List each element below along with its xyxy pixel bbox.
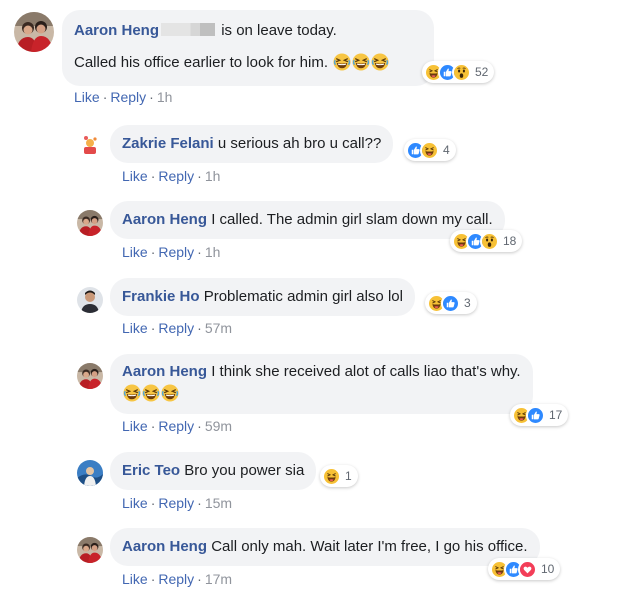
comment-bubble: Zakrie Felani u serious ah bro u call?? — [110, 125, 394, 163]
like-link[interactable]: Like — [122, 168, 148, 184]
comment-bubble: Aaron Heng I think she received alot of … — [110, 354, 533, 414]
wow-reaction-icon — [480, 231, 499, 251]
comment-bubble: Aaron Heng is on leave today. Called his… — [62, 10, 434, 86]
avatar[interactable] — [77, 537, 103, 563]
like-link[interactable]: Like — [122, 320, 148, 336]
reaction-count: 18 — [503, 234, 517, 248]
reply-link[interactable]: Reply — [158, 495, 194, 511]
reaction-summary[interactable]: 18 — [450, 230, 523, 252]
comment-actions: Like · Reply · 59m — [122, 418, 233, 434]
comment-text: Bro you power sia — [184, 462, 305, 479]
comment-author[interactable]: Aaron Heng — [74, 22, 159, 39]
comment-text: Called his office earlier to look for hi… — [74, 54, 329, 71]
comment-author[interactable]: Frankie Ho — [122, 288, 200, 305]
comment-text: u serious ah bro u call?? — [217, 135, 382, 152]
comment-author[interactable]: Aaron Heng — [122, 363, 207, 380]
haha-reaction-icon — [420, 140, 439, 160]
reaction-summary[interactable]: 10 — [488, 558, 561, 580]
like-reaction-icon — [526, 405, 545, 425]
reaction-summary[interactable]: 1 — [320, 465, 358, 487]
reaction-count: 1 — [345, 469, 352, 483]
comment-author[interactable]: Zakrie Felani — [122, 135, 214, 152]
avatar[interactable] — [77, 133, 103, 159]
haha-reaction-icon — [322, 466, 341, 486]
timestamp[interactable]: 15m — [205, 495, 232, 511]
reply-link[interactable]: Reply — [158, 168, 194, 184]
timestamp[interactable]: 1h — [205, 168, 221, 184]
comment-author[interactable]: Eric Teo — [122, 462, 180, 479]
comment-actions: Like · Reply · 17m — [122, 571, 233, 587]
like-link[interactable]: Like — [122, 244, 148, 260]
comment-bubble: Frankie Ho Problematic admin girl also l… — [110, 278, 415, 316]
comment-actions: Like · Reply · 57m — [122, 320, 233, 336]
avatar[interactable] — [77, 210, 103, 236]
laughing-emoji — [333, 53, 351, 71]
reply-link[interactable]: Reply — [158, 418, 194, 434]
reaction-count: 4 — [443, 143, 450, 157]
reaction-count: 17 — [549, 408, 563, 422]
comment-author[interactable]: Aaron Heng — [122, 538, 207, 555]
like-link[interactable]: Like — [122, 418, 148, 434]
reaction-summary[interactable]: 4 — [404, 139, 456, 161]
reply-link[interactable]: Reply — [158, 244, 194, 260]
timestamp[interactable]: 1h — [205, 244, 221, 260]
avatar[interactable] — [77, 363, 103, 389]
reaction-summary[interactable]: 52 — [422, 61, 495, 83]
timestamp[interactable]: 17m — [205, 571, 232, 587]
comment-author[interactable]: Aaron Heng — [122, 211, 207, 228]
comment-text: I called. The admin girl slam down my ca… — [211, 211, 493, 228]
comment-actions: Like · Reply · 1h — [122, 168, 221, 184]
reaction-count: 52 — [475, 65, 489, 79]
laughing-emoji — [123, 384, 141, 402]
reply-link[interactable]: Reply — [158, 320, 194, 336]
comment-bubble: Aaron Heng I called. The admin girl slam… — [110, 201, 505, 239]
avatar[interactable] — [77, 287, 103, 313]
laughing-emoji — [161, 384, 179, 402]
comment-text: Call only mah. Wait later I'm free, I go… — [211, 538, 528, 555]
redacted-name — [161, 23, 216, 36]
timestamp[interactable]: 1h — [157, 89, 173, 105]
reaction-summary[interactable]: 3 — [425, 292, 477, 314]
love-reaction-icon — [518, 559, 537, 579]
like-link[interactable]: Like — [74, 89, 100, 105]
laughing-emoji — [352, 53, 370, 71]
reply-link[interactable]: Reply — [110, 89, 146, 105]
comment-text: Problematic admin girl also lol — [203, 288, 403, 305]
timestamp[interactable]: 57m — [205, 320, 232, 336]
comment-actions: Like · Reply · 15m — [122, 495, 233, 511]
reaction-count: 3 — [464, 296, 471, 310]
wow-reaction-icon — [452, 62, 471, 82]
like-link[interactable]: Like — [122, 495, 148, 511]
comment-actions: Like · Reply · 1h — [122, 244, 221, 260]
comment-bubble: Aaron Heng Call only mah. Wait later I'm… — [110, 528, 540, 566]
reaction-count: 10 — [541, 562, 555, 576]
laughing-emoji — [371, 53, 389, 71]
timestamp[interactable]: 59m — [205, 418, 232, 434]
comment-text: I think she received alot of calls liao … — [211, 363, 521, 380]
like-reaction-icon — [441, 293, 460, 313]
laughing-emoji — [142, 384, 160, 402]
comment-actions: Like · Reply · 1h — [74, 89, 173, 105]
reply-link[interactable]: Reply — [158, 571, 194, 587]
reaction-summary[interactable]: 17 — [510, 404, 569, 426]
comment-bubble: Eric Teo Bro you power sia — [110, 452, 317, 490]
comment-thread: Aaron Heng is on leave today. Called his… — [0, 0, 623, 606]
avatar[interactable] — [77, 460, 103, 486]
avatar[interactable] — [14, 12, 54, 52]
comment-text: is on leave today. — [221, 22, 337, 39]
like-link[interactable]: Like — [122, 571, 148, 587]
